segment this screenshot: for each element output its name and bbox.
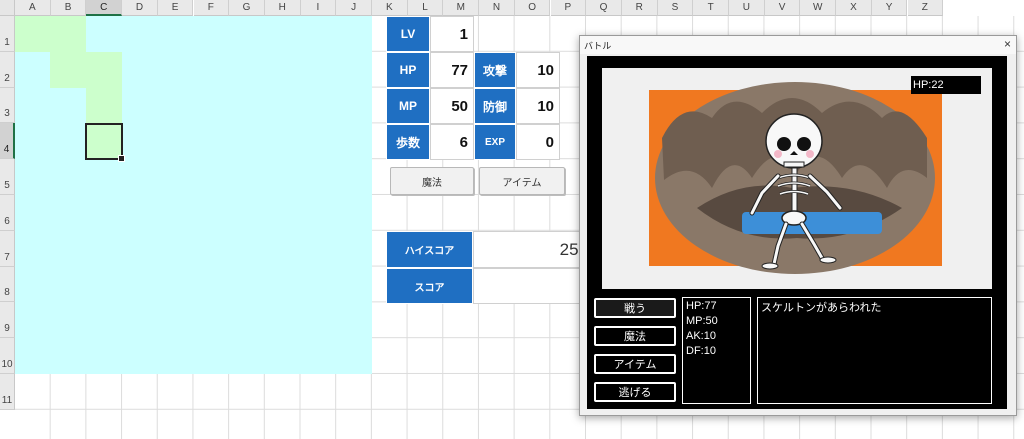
atk-value: 10: [516, 52, 560, 88]
column-header-r[interactable]: R: [621, 0, 658, 16]
column-header-v[interactable]: V: [764, 0, 801, 16]
high-score-value: 250: [473, 231, 595, 268]
battle-title: バトル: [584, 41, 612, 51]
row-header-8[interactable]: 8: [0, 266, 15, 303]
column-header-s[interactable]: S: [657, 0, 694, 16]
atk-label: 攻撃: [474, 52, 516, 88]
column-header-b[interactable]: B: [50, 0, 87, 16]
command-button-1[interactable]: 戦う: [594, 298, 676, 318]
hp-label: HP: [386, 52, 430, 88]
exp-label: EXP: [474, 124, 516, 160]
high-score-label: ハイスコア: [386, 231, 473, 268]
close-icon[interactable]: ×: [1004, 37, 1011, 51]
column-header-t[interactable]: T: [693, 0, 729, 16]
status-line: DF:10: [686, 345, 716, 357]
command-button-3[interactable]: アイテム: [594, 354, 676, 374]
row-header-6[interactable]: 6: [0, 195, 15, 231]
row-header-10[interactable]: 10: [0, 338, 15, 374]
battle-body: HP:22 戦う魔法アイテム逃げる HP:77 MP:50 AK:10 DF:10 ス…: [587, 56, 1007, 409]
status-line: MP:50: [686, 315, 718, 327]
row-header-7[interactable]: 7: [0, 230, 15, 267]
column-header-n[interactable]: N: [479, 0, 515, 16]
magic-button[interactable]: 魔法: [390, 167, 474, 195]
column-header-i[interactable]: I: [300, 0, 337, 16]
hp-value: 77: [430, 52, 474, 88]
column-header-y[interactable]: Y: [871, 0, 908, 16]
row-header-2[interactable]: 2: [0, 51, 15, 88]
command-button-2[interactable]: 魔法: [594, 326, 676, 346]
row-header-1[interactable]: 1: [0, 16, 15, 52]
row-header-5[interactable]: 5: [0, 159, 15, 195]
battle-window: バトル × HP:22 戦う 魔法 アイテム 逃げる HP:77 MP:50 A…: [579, 35, 1017, 416]
row-header-9[interactable]: 9: [0, 302, 15, 339]
mp-label: MP: [386, 88, 430, 124]
column-header-a[interactable]: A: [15, 0, 51, 16]
row-header-11[interactable]: 11: [0, 374, 15, 410]
exp-value: 0: [516, 124, 560, 160]
score-label: スコア: [386, 268, 473, 304]
status-line: AK:10: [686, 330, 716, 342]
lv-label: LV: [386, 16, 430, 52]
score-value: [473, 268, 595, 304]
battle-message: スケルトンがあらわれた: [761, 302, 882, 314]
row-header-3[interactable]: 3: [0, 87, 15, 124]
battle-titlebar[interactable]: バトル ×: [580, 36, 1016, 54]
row-header-4[interactable]: 4: [0, 123, 15, 160]
enemy-hp: HP:22: [911, 76, 981, 94]
underground-water: [742, 212, 882, 234]
column-header-g[interactable]: G: [229, 0, 265, 16]
path-cell-c3: [86, 88, 122, 124]
column-header-z[interactable]: Z: [907, 0, 944, 16]
cave-background: [649, 82, 942, 274]
def-value: 10: [516, 88, 560, 124]
item-button[interactable]: アイテム: [479, 167, 565, 195]
status-line: HP:77: [686, 300, 717, 312]
column-header-f[interactable]: F: [193, 0, 230, 16]
column-header-k[interactable]: K: [372, 0, 408, 16]
column-header-e[interactable]: E: [157, 0, 194, 16]
def-label: 防御: [474, 88, 516, 124]
message-box: スケルトンがあらわれた: [757, 297, 992, 404]
column-header-o[interactable]: O: [514, 0, 551, 16]
path-cell-b2: [50, 52, 122, 88]
mp-value: 50: [430, 88, 474, 124]
column-header-u[interactable]: U: [729, 0, 765, 16]
column-header-d[interactable]: D: [122, 0, 158, 16]
column-header-q[interactable]: Q: [586, 0, 622, 16]
column-header-c[interactable]: C: [86, 0, 123, 16]
player-status-box: HP:77 MP:50 AK:10 DF:10: [682, 297, 751, 404]
steps-label: 歩数: [386, 124, 430, 160]
column-header-h[interactable]: H: [264, 0, 301, 16]
select-all-corner[interactable]: [0, 0, 15, 16]
path-cell-a1: [15, 16, 86, 52]
lv-value: 1: [430, 16, 474, 52]
battle-scene: HP:22: [602, 68, 992, 289]
command-button-4[interactable]: 逃げる: [594, 382, 676, 402]
steps-value: 6: [430, 124, 474, 160]
column-header-p[interactable]: P: [550, 0, 587, 16]
column-header-w[interactable]: W: [800, 0, 837, 16]
column-header-m[interactable]: M: [443, 0, 480, 16]
active-cell-c4[interactable]: [85, 123, 125, 162]
column-header-j[interactable]: J: [336, 0, 372, 16]
column-header-l[interactable]: L: [407, 0, 444, 16]
column-header-x[interactable]: X: [836, 0, 872, 16]
